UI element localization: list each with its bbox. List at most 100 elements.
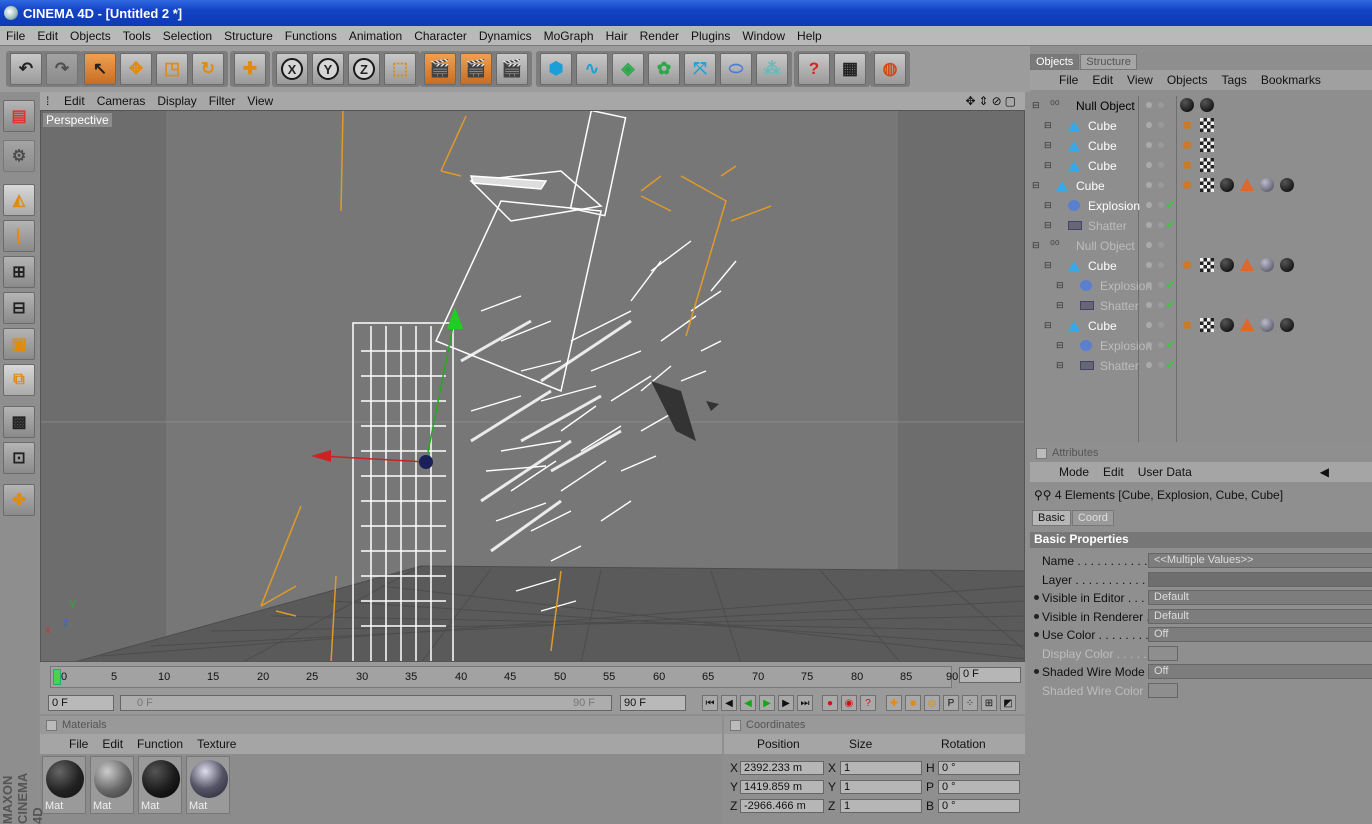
- recent-tool-button[interactable]: ✚: [234, 53, 266, 85]
- texture-mode-button[interactable]: ⧉: [3, 364, 35, 396]
- editor-visibility-dot[interactable]: [1146, 162, 1152, 168]
- render-visibility-dot[interactable]: [1158, 362, 1164, 368]
- texture-tag-icon[interactable]: [1180, 138, 1194, 152]
- attribute-value-field[interactable]: [1148, 571, 1372, 587]
- position-y-field[interactable]: 1419.859 m: [740, 780, 824, 794]
- render-visibility-dot[interactable]: [1158, 242, 1164, 248]
- editor-visibility-dot[interactable]: [1146, 322, 1152, 328]
- object-axis-button[interactable]: ⌊: [3, 220, 35, 252]
- help-button[interactable]: ?: [798, 53, 830, 85]
- object-name[interactable]: Cube: [1088, 119, 1117, 133]
- undo-button[interactable]: ↶: [10, 53, 42, 85]
- x-axis-button[interactable]: X: [276, 53, 308, 85]
- editor-visibility-dot[interactable]: [1146, 342, 1152, 348]
- rotation-p-field[interactable]: 0 °: [938, 780, 1020, 794]
- attribute-value-field[interactable]: Off: [1148, 664, 1372, 679]
- object-row[interactable]: ⊟ Shatter ✔: [1030, 296, 1372, 316]
- viewport-menu-display[interactable]: Display: [151, 94, 202, 108]
- texture-tag-icon[interactable]: [1180, 178, 1194, 192]
- tree-toggle-icon[interactable]: ⊟: [1056, 360, 1064, 371]
- render-visibility-dot[interactable]: [1158, 102, 1164, 108]
- materials-menu-edit[interactable]: Edit: [95, 737, 130, 751]
- model-mode-button[interactable]: ◭: [3, 184, 35, 216]
- tree-toggle-icon[interactable]: ⊟: [1056, 300, 1064, 311]
- timeline-playhead[interactable]: [53, 669, 61, 685]
- tweak-mode-button[interactable]: ✤: [3, 484, 35, 516]
- rotation-b-field[interactable]: 0 °: [938, 799, 1020, 813]
- object-row[interactable]: ⊟ Cube: [1030, 136, 1372, 156]
- checker-tag-icon[interactable]: [1200, 318, 1214, 332]
- material-tag-icon[interactable]: [1280, 258, 1294, 272]
- enabled-check-icon[interactable]: ✔: [1166, 338, 1175, 351]
- menu-plugins[interactable]: Plugins: [685, 29, 736, 43]
- y-axis-button[interactable]: Y: [312, 53, 344, 85]
- key-parameter-button[interactable]: P: [943, 695, 959, 711]
- goto-end-button[interactable]: ⏭: [797, 695, 813, 711]
- objects-menu-view[interactable]: View: [1120, 73, 1160, 87]
- play-forward-button[interactable]: ▶: [759, 695, 775, 711]
- play-backward-button[interactable]: ◀: [740, 695, 756, 711]
- material-tag-icon[interactable]: [1200, 98, 1214, 112]
- material-tag-icon[interactable]: [1280, 318, 1294, 332]
- tree-toggle-icon[interactable]: ⊟: [1044, 140, 1052, 151]
- sphere-tag-icon[interactable]: [1260, 318, 1274, 332]
- attribute-value-field[interactable]: [1148, 682, 1178, 698]
- end-frame-field[interactable]: 90 F: [620, 695, 686, 711]
- goto-start-button[interactable]: ⏮: [702, 695, 718, 711]
- object-name[interactable]: Null Object: [1076, 99, 1135, 113]
- menu-hair[interactable]: Hair: [600, 29, 634, 43]
- start-frame-field[interactable]: 0 F: [48, 695, 114, 711]
- editor-visibility-dot[interactable]: [1146, 122, 1152, 128]
- key-rotation-button[interactable]: ◎: [924, 695, 940, 711]
- enabled-check-icon[interactable]: ✔: [1166, 358, 1175, 371]
- menu-functions[interactable]: Functions: [279, 29, 343, 43]
- editor-visibility-dot[interactable]: [1146, 142, 1152, 148]
- record-button[interactable]: ●: [822, 695, 838, 711]
- tree-toggle-icon[interactable]: ⊟: [1032, 100, 1040, 111]
- menu-dynamics[interactable]: Dynamics: [473, 29, 538, 43]
- checker-tag-icon[interactable]: [1200, 118, 1214, 132]
- viewport-perspective[interactable]: x z Y Perspective: [40, 110, 1025, 662]
- object-name[interactable]: Explosion: [1100, 279, 1152, 293]
- object-name[interactable]: Explosion: [1100, 339, 1152, 353]
- add-array-button[interactable]: ✿: [648, 53, 680, 85]
- next-key-button[interactable]: ▶: [778, 695, 794, 711]
- viewport-menu-edit[interactable]: Edit: [58, 94, 91, 108]
- range-slider[interactable]: 0 F 90 F: [120, 695, 612, 711]
- edges-mode-button[interactable]: ⊟: [3, 292, 35, 324]
- attribute-value-field[interactable]: Default: [1148, 608, 1372, 624]
- texture-tag-icon[interactable]: [1180, 318, 1194, 332]
- scale-tool-button[interactable]: ◳: [156, 53, 188, 85]
- live-selection-button[interactable]: ↖: [84, 53, 116, 85]
- object-name[interactable]: Cube: [1088, 159, 1117, 173]
- render-visibility-dot[interactable]: [1158, 162, 1164, 168]
- object-name[interactable]: Cube: [1088, 259, 1117, 273]
- object-row[interactable]: ⊟ Cube: [1030, 116, 1372, 136]
- tree-toggle-icon[interactable]: ⊟: [1044, 160, 1052, 171]
- tab-structure[interactable]: Structure: [1080, 54, 1137, 70]
- object-name[interactable]: Null Object: [1076, 239, 1135, 253]
- tree-toggle-icon[interactable]: ⊟: [1056, 340, 1064, 351]
- editor-visibility-dot[interactable]: [1146, 262, 1152, 268]
- menu-help[interactable]: Help: [791, 29, 828, 43]
- back-arrow-icon[interactable]: ◀: [1313, 465, 1336, 479]
- tree-toggle-icon[interactable]: ⊟: [1032, 180, 1040, 191]
- menu-mograph[interactable]: MoGraph: [538, 29, 600, 43]
- material-tag-icon[interactable]: [1220, 318, 1234, 332]
- animation-radio-icon[interactable]: [1034, 669, 1039, 674]
- tab-coord[interactable]: Coord: [1071, 510, 1114, 526]
- object-name[interactable]: Shatter: [1088, 219, 1127, 233]
- menu-file[interactable]: File: [0, 29, 31, 43]
- object-row[interactable]: ⊟ Shatter ✔: [1030, 356, 1372, 376]
- animation-radio-icon[interactable]: [1034, 632, 1039, 637]
- z-axis-button[interactable]: Z: [348, 53, 380, 85]
- coordinate-system-button[interactable]: ⬚: [384, 53, 416, 85]
- object-row[interactable]: ⊟ Explosion ✔: [1030, 196, 1372, 216]
- materials-menu-file[interactable]: File: [62, 737, 95, 751]
- editor-visibility-dot[interactable]: [1146, 362, 1152, 368]
- material-swatch[interactable]: Mat: [186, 756, 230, 814]
- object-row[interactable]: ⊟ Cube: [1030, 176, 1372, 196]
- editor-visibility-dot[interactable]: [1146, 282, 1152, 288]
- attribute-value-field[interactable]: Default: [1148, 590, 1372, 605]
- object-name[interactable]: Cube: [1076, 179, 1105, 193]
